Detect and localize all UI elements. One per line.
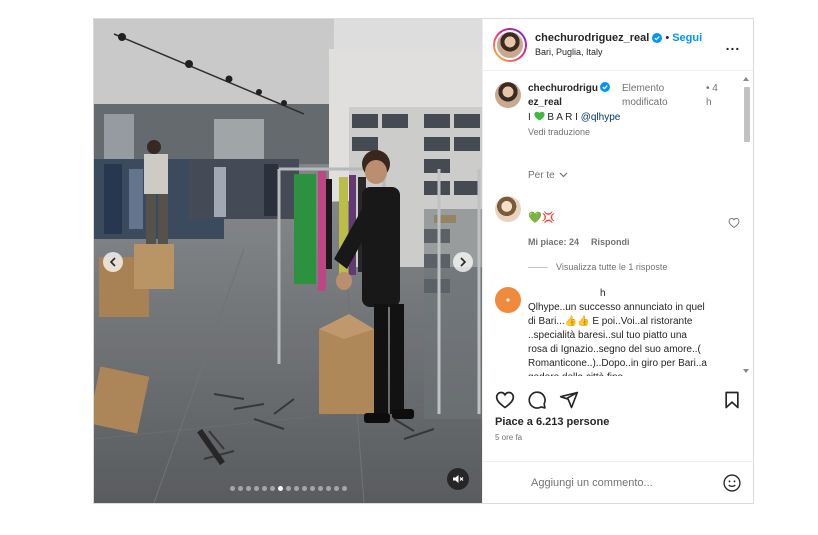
emoji-icon[interactable] xyxy=(722,473,742,493)
carousel-indicator xyxy=(94,486,482,491)
caption-username[interactable]: chechurodrigu ez_real xyxy=(528,82,618,110)
carousel-next-button[interactable] xyxy=(453,252,473,272)
commenter-avatar[interactable] xyxy=(495,287,521,313)
green-heart-icon xyxy=(533,111,545,121)
post-media-carousel[interactable] xyxy=(94,19,482,503)
comment-icon[interactable] xyxy=(527,390,547,410)
mute-toggle-button[interactable] xyxy=(447,468,469,490)
carousel-dot xyxy=(301,486,307,491)
header-separator: • xyxy=(665,32,670,44)
comment-item: h Qlhype..un successo annunciato in quel… xyxy=(495,287,740,376)
carousel-dot xyxy=(309,486,315,491)
post-location[interactable]: Bari, Puglia, Italy xyxy=(535,47,723,57)
verified-badge-icon xyxy=(600,82,611,92)
chevron-left-icon xyxy=(109,257,116,267)
carousel-dot xyxy=(285,486,291,491)
comment-like-count[interactable]: Mi piace: 24 xyxy=(528,235,579,249)
carousel-dot xyxy=(245,486,251,491)
comments-list[interactable]: chechurodrigu ez_real Elemento modificato… xyxy=(483,72,754,376)
comment-like-icon[interactable] xyxy=(728,217,740,229)
post-side-panel: chechurodriguez_real • Segui Bari, Pugli… xyxy=(482,19,754,503)
carousel-dot xyxy=(325,486,331,491)
view-replies-link[interactable]: Visualizza tutte le 1 risposte xyxy=(528,262,667,272)
author-username[interactable]: chechurodriguez_real xyxy=(535,32,649,44)
author-avatar[interactable] xyxy=(493,27,527,62)
comment-text: 💚💢 xyxy=(528,212,556,224)
post-actions-bar xyxy=(483,385,754,415)
follow-button[interactable]: Segui xyxy=(672,32,702,44)
edited-label: Elemento modificato xyxy=(622,83,668,108)
share-icon[interactable] xyxy=(559,390,579,410)
carousel-dot xyxy=(277,486,283,491)
more-options-button[interactable]: ... xyxy=(723,37,743,53)
heart-icon[interactable] xyxy=(495,390,515,410)
post-header: chechurodriguez_real • Segui Bari, Pugli… xyxy=(483,19,753,71)
comment-item: 💚💢 Mi piace: 24 Rispondi xyxy=(495,196,740,249)
mention-link[interactable]: @qlhype xyxy=(581,112,621,123)
add-comment-bar xyxy=(483,461,754,503)
carousel-dot xyxy=(237,486,243,491)
post-timestamp[interactable]: 5 ore fa xyxy=(495,433,522,442)
commenter-username[interactable]: h xyxy=(528,287,606,301)
comments-scrollbar[interactable] xyxy=(742,75,751,375)
carousel-dot xyxy=(293,486,299,491)
see-translation-link[interactable]: Vedi traduzione xyxy=(528,125,740,139)
carousel-dot xyxy=(253,486,259,491)
bookmark-icon[interactable] xyxy=(722,390,742,410)
chevron-right-icon xyxy=(460,257,467,267)
carousel-dot xyxy=(269,486,275,491)
reply-button[interactable]: Rispondi xyxy=(591,235,630,249)
caption-text: I B A R I @qlhype xyxy=(528,111,621,123)
verified-badge-icon xyxy=(652,33,663,43)
comment-text: Qlhype..un successo annunciato in quel d… xyxy=(528,302,707,376)
video-frame xyxy=(94,19,482,503)
commenter-avatar[interactable] xyxy=(495,196,521,222)
carousel-dot xyxy=(261,486,267,491)
comment-sort-dropdown[interactable]: Per te xyxy=(528,170,568,181)
likes-count[interactable]: Piace a 6.213 persone xyxy=(495,416,609,428)
carousel-dot xyxy=(229,486,235,491)
carousel-dot xyxy=(341,486,347,491)
carousel-dot xyxy=(317,486,323,491)
instagram-post-modal: chechurodriguez_real • Segui Bari, Pugli… xyxy=(93,18,754,504)
caption-timestamp: • 4h xyxy=(706,83,718,108)
caption-avatar[interactable] xyxy=(495,82,521,108)
comment-input[interactable] xyxy=(495,476,722,489)
chevron-down-icon xyxy=(560,172,568,178)
speaker-muted-icon xyxy=(453,475,464,483)
carousel-prev-button[interactable] xyxy=(103,252,123,272)
post-caption: chechurodrigu ez_real Elemento modificato… xyxy=(495,82,740,139)
carousel-dot xyxy=(333,486,339,491)
comment-like-icon[interactable] xyxy=(728,375,740,376)
